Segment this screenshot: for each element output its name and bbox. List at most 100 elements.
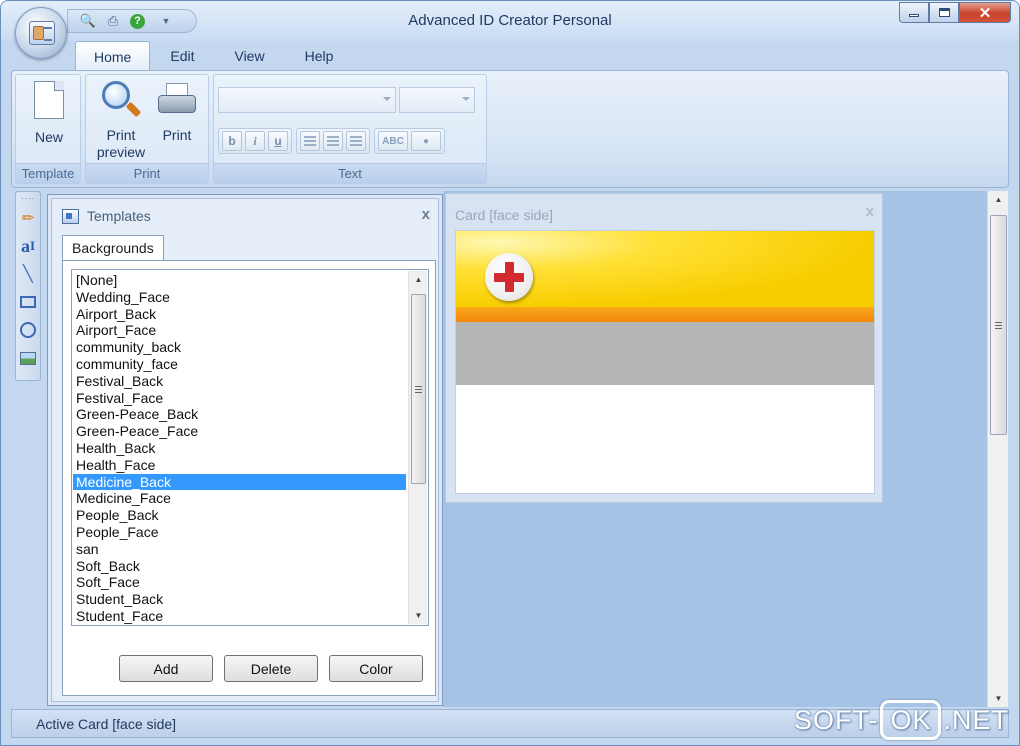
minimize-icon: [909, 14, 919, 17]
format-row: b i u ABC ●: [218, 128, 449, 154]
list-item[interactable]: Health_Face: [73, 457, 406, 474]
font-size-select[interactable]: [399, 87, 475, 113]
list-item[interactable]: [None]: [73, 272, 406, 289]
text-color-button[interactable]: ●: [411, 131, 441, 151]
list-scrollbar[interactable]: ▲ ▼: [408, 271, 427, 624]
align-right-button[interactable]: [346, 131, 366, 151]
ellipse-tool[interactable]: [16, 318, 40, 342]
image-icon: [20, 351, 36, 365]
title-bar: 🔍 ⎙ ? ▼ Advanced ID Creator Personal ✕: [1, 1, 1019, 41]
card-orange-stripe: [456, 307, 874, 322]
new-button[interactable]: New: [28, 81, 70, 146]
list-item[interactable]: Airport_Back: [73, 306, 406, 323]
brush-icon[interactable]: ✏: [16, 206, 40, 230]
add-button[interactable]: Add: [119, 655, 213, 682]
print-preview-icon: [100, 81, 142, 121]
app-window: 🔍 ⎙ ? ▼ Advanced ID Creator Personal ✕ H…: [0, 0, 1020, 746]
list-item[interactable]: Medicine_Face: [73, 490, 406, 507]
tab-view[interactable]: View: [214, 41, 284, 71]
list-item[interactable]: san: [73, 541, 406, 558]
watermark-suffix: .NET: [943, 704, 1009, 735]
chevron-down-icon: [462, 97, 470, 101]
tab-home[interactable]: Home: [75, 41, 151, 71]
print-preview-label: Print preview: [96, 127, 146, 160]
list-scroll-thumb[interactable]: [411, 294, 426, 484]
tab-help[interactable]: Help: [285, 41, 354, 71]
new-label: New: [34, 129, 63, 145]
spell-check-button[interactable]: ABC: [378, 131, 408, 151]
template-group: New Template: [15, 74, 81, 184]
templates-title: Templates: [87, 208, 151, 224]
list-item[interactable]: Wedding_Face: [73, 289, 406, 306]
list-item[interactable]: Medicine_Back: [73, 473, 406, 491]
tab-backgrounds[interactable]: Backgrounds: [62, 235, 164, 261]
list-item[interactable]: Green-Peace_Face: [73, 423, 406, 440]
rectangle-tool[interactable]: [16, 290, 40, 314]
align-left-button[interactable]: [300, 131, 320, 151]
window-title: Advanced ID Creator Personal: [408, 12, 612, 29]
backgrounds-list[interactable]: [None] Wedding_Face Airport_Back Airport_Fa…: [71, 269, 429, 626]
italic-button[interactable]: i: [245, 131, 265, 151]
list-item[interactable]: Soft_Face: [73, 574, 406, 591]
minimize-button[interactable]: [899, 2, 929, 23]
align-center-icon: [327, 136, 339, 146]
scroll-up-icon[interactable]: ▲: [409, 271, 428, 288]
scroll-down-icon[interactable]: ▼: [409, 607, 428, 624]
list-item[interactable]: Soft_Back: [73, 558, 406, 575]
ellipse-icon: [20, 322, 36, 338]
templates-tabstrip: Backgrounds: [62, 235, 164, 261]
tab-edit[interactable]: Edit: [150, 41, 214, 71]
card-panel-close-button[interactable]: x: [866, 203, 874, 220]
new-document-icon: [34, 81, 64, 119]
list-item[interactable]: Student_Back: [73, 591, 406, 608]
print-button[interactable]: Print: [152, 81, 202, 144]
list-item[interactable]: Airport_Face: [73, 322, 406, 339]
template-group-label: Template: [16, 163, 80, 183]
list-item[interactable]: Student_Face: [73, 608, 406, 625]
templates-panel-header: Templates: [62, 208, 151, 224]
scroll-up-icon[interactable]: ▲: [988, 191, 1009, 208]
text-group: b i u ABC ● Text: [213, 74, 487, 184]
list-item[interactable]: Green-Peace_Back: [73, 406, 406, 423]
list-item[interactable]: community_back: [73, 339, 406, 356]
close-icon: ✕: [978, 4, 992, 22]
workspace-scroll-thumb[interactable]: [990, 215, 1007, 435]
ribbon: New Template Print preview Print Print b…: [11, 70, 1009, 188]
list-item[interactable]: People_Face: [73, 524, 406, 541]
underline-button[interactable]: u: [268, 131, 288, 151]
align-buttons: [296, 128, 370, 154]
list-item[interactable]: Festival_Back: [73, 373, 406, 390]
image-tool[interactable]: [16, 346, 40, 370]
grip-icon[interactable]: ....: [16, 192, 40, 202]
status-text: Active Card [face side]: [36, 716, 177, 732]
print-group: Print preview Print Print: [85, 74, 209, 184]
app-menu-button[interactable]: [15, 7, 67, 59]
maximize-button[interactable]: [929, 2, 959, 23]
id-card-canvas[interactable]: [455, 230, 875, 494]
card-panel-title: Card [face side]: [455, 207, 554, 223]
card-gray-band: [456, 322, 874, 385]
color-button[interactable]: Color: [329, 655, 423, 682]
print-preview-button[interactable]: Print preview: [90, 81, 152, 161]
text-tool-glyph: a: [20, 235, 30, 256]
printer-large-icon: [156, 81, 198, 121]
workspace-scrollbar[interactable]: ▲ ▼: [987, 191, 1008, 707]
font-family-select[interactable]: [218, 87, 396, 113]
text-tool-icon[interactable]: aI: [16, 234, 40, 258]
backgrounds-page: [None] Wedding_Face Airport_Back Airport_Fa…: [62, 260, 436, 696]
list-item[interactable]: Festival_Face: [73, 390, 406, 407]
templates-buttons: Add Delete Color: [119, 655, 423, 682]
list-item[interactable]: community_face: [73, 356, 406, 373]
delete-button[interactable]: Delete: [224, 655, 318, 682]
line-icon[interactable]: ╲: [16, 262, 40, 286]
list-item[interactable]: Health_Back: [73, 440, 406, 457]
close-button[interactable]: ✕: [959, 2, 1011, 23]
id-card-icon: [29, 21, 55, 45]
ribbon-tabs: Home Edit View Help: [75, 41, 353, 71]
templates-close-button[interactable]: x: [422, 206, 430, 223]
bold-button[interactable]: b: [222, 131, 242, 151]
medical-cross-icon: [485, 253, 533, 301]
list-item[interactable]: People_Back: [73, 507, 406, 524]
align-center-button[interactable]: [323, 131, 343, 151]
card-face-panel: Card [face side] x: [445, 193, 883, 503]
